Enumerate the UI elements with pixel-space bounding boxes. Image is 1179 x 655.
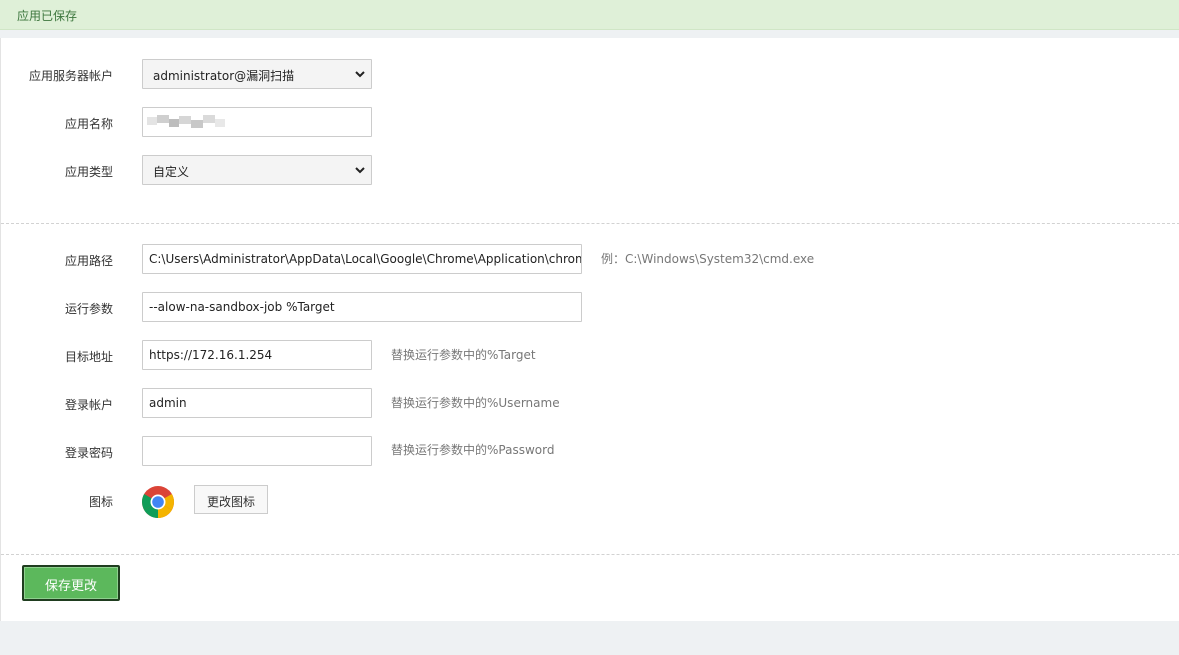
app-type-label: 应用类型 — [64, 165, 113, 179]
app-name-label: 应用名称 — [64, 117, 113, 131]
chevron-down-icon — [355, 71, 365, 78]
run-params-input[interactable]: --alow-na-sandbox-job %Target — [142, 292, 582, 322]
server-account-row: 应用服务器帐户 administrator@漏洞扫描 — [1, 59, 1179, 89]
icon-label: 图标 — [88, 495, 113, 509]
login-account-label: 登录帐户 — [64, 398, 113, 412]
login-password-input[interactable] — [142, 436, 372, 466]
save-changes-button[interactable]: 保存更改 — [22, 565, 120, 601]
login-account-row: 登录帐户 admin 替换运行参数中的%Username — [1, 388, 1179, 418]
target-address-label: 目标地址 — [64, 350, 113, 364]
server-account-value: administrator@漏洞扫描 — [153, 69, 295, 83]
app-name-row: 应用名称 — [1, 107, 1179, 137]
run-params-row: 运行参数 --alow-na-sandbox-job %Target — [1, 292, 1179, 322]
app-type-row: 应用类型 自定义 — [1, 155, 1179, 185]
run-params-value: --alow-na-sandbox-job %Target — [149, 300, 335, 314]
app-type-select[interactable]: 自定义 — [142, 155, 372, 185]
target-address-value: https://172.16.1.254 — [149, 348, 273, 362]
server-account-select[interactable]: administrator@漏洞扫描 — [142, 59, 372, 89]
login-account-input[interactable]: admin — [142, 388, 372, 418]
success-message: 应用已保存 — [17, 9, 78, 23]
app-type-value: 自定义 — [153, 165, 190, 179]
change-icon-button[interactable]: 更改图标 — [194, 485, 268, 514]
section-divider — [1, 223, 1179, 224]
target-address-hint: 替换运行参数中的%Target — [391, 348, 536, 362]
target-address-input[interactable]: https://172.16.1.254 — [142, 340, 372, 370]
server-account-label: 应用服务器帐户 — [28, 69, 113, 83]
login-password-label: 登录密码 — [64, 446, 113, 460]
app-path-label: 应用路径 — [64, 254, 113, 268]
chevron-down-icon — [355, 167, 365, 174]
app-path-row: 应用路径 C:\Users\Administrator\AppData\Loca… — [1, 244, 1179, 274]
run-params-label: 运行参数 — [64, 302, 113, 316]
redacted-text-blur — [147, 115, 237, 131]
login-password-hint: 替换运行参数中的%Password — [391, 443, 555, 457]
target-address-row: 目标地址 https://172.16.1.254 替换运行参数中的%Targe… — [1, 340, 1179, 370]
icon-row: 图标 更改图标 — [1, 484, 1179, 520]
app-path-value: C:\Users\Administrator\AppData\Local\Goo… — [149, 252, 582, 266]
login-password-row: 登录密码 替换运行参数中的%Password — [1, 436, 1179, 466]
section-divider — [1, 554, 1179, 555]
app-path-input[interactable]: C:\Users\Administrator\AppData\Local\Goo… — [142, 244, 582, 274]
login-account-hint: 替换运行参数中的%Username — [391, 396, 560, 410]
success-banner: 应用已保存 — [0, 0, 1179, 30]
chrome-icon — [141, 486, 175, 518]
app-form-panel: 应用服务器帐户 administrator@漏洞扫描 应用名称 应用类型 自定义 — [0, 38, 1179, 621]
app-path-hint: 例：C:\Windows\System32\cmd.exe — [601, 252, 815, 266]
login-account-value: admin — [149, 396, 187, 410]
